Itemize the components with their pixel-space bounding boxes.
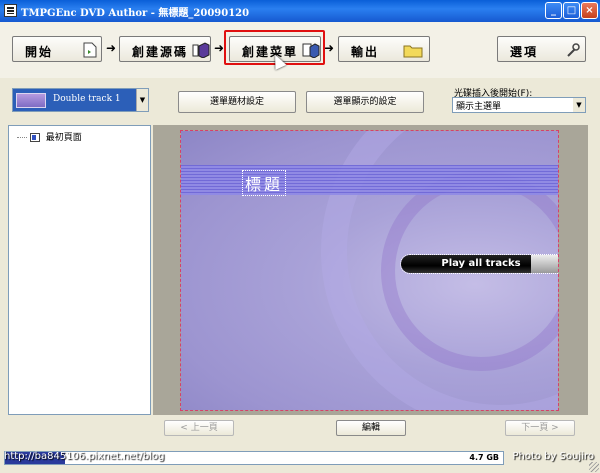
film-box-icon [192, 42, 210, 58]
title-bar: TMPGEnc DVD Author - 無標題_20090120 _ □ × [0, 0, 600, 22]
edit-button[interactable]: 編輯 [336, 420, 406, 436]
menu-title-text[interactable]: 標題 [241, 170, 287, 196]
document-icon [83, 42, 97, 58]
track-select[interactable]: Double track 1 ▼ [12, 88, 149, 112]
wrench-icon [567, 43, 580, 57]
start-step-label: 開始 [25, 45, 54, 59]
close-button[interactable]: × [581, 2, 598, 19]
page-icon [29, 133, 40, 142]
tree-item-label: 最初頁面 [45, 133, 82, 143]
disk-size-label: 4.7 GB [469, 453, 499, 462]
folder-icon [403, 45, 423, 58]
step-arrow: ➜ [214, 41, 225, 55]
step-arrow: ➜ [324, 41, 335, 55]
preview-frame: 標題 Play all tracks [153, 125, 588, 415]
prev-page-button[interactable]: < 上一頁 [164, 420, 234, 436]
track-thumbnail [16, 93, 46, 108]
tree-item-first-page[interactable]: 最初頁面 [17, 130, 82, 143]
track-name: Double track 1 [53, 94, 121, 104]
start-select-value: 顯示主選單 [456, 102, 502, 112]
output-step-button[interactable]: 輸出 [338, 36, 430, 62]
source-step-button[interactable]: 創建源碼 [119, 36, 211, 62]
step-arrow: ➜ [106, 41, 117, 55]
start-select[interactable]: 顯示主選單 ▼ [452, 97, 586, 113]
chevron-down-icon[interactable]: ▼ [136, 89, 148, 111]
resize-grip-icon[interactable] [589, 462, 599, 472]
options-label: 選項 [510, 45, 539, 59]
app-icon [4, 4, 17, 17]
photo-credit: Photo by Soujiro [512, 451, 594, 462]
menu-material-button[interactable]: 選單題材設定 [178, 91, 296, 113]
watermark-url: http://ba845106.pixnet.net/blog [4, 451, 165, 462]
menu-preview[interactable]: 標題 Play all tracks [180, 130, 559, 411]
next-page-button[interactable]: 下一頁 > [505, 420, 575, 436]
minimize-button[interactable]: _ [545, 2, 562, 19]
options-button[interactable]: 選項 [497, 36, 586, 62]
menu-tree: 最初頁面 [8, 125, 151, 415]
maximize-button[interactable]: □ [563, 2, 580, 19]
source-step-label: 創建源碼 [132, 45, 189, 59]
menu-display-button[interactable]: 選單顯示的設定 [306, 91, 424, 113]
play-all-tracks-button[interactable]: Play all tracks [400, 254, 558, 274]
title-band [181, 165, 558, 195]
window-title: TMPGEnc DVD Author - 無標題_20090120 [21, 8, 250, 19]
chevron-down-icon[interactable]: ▼ [573, 98, 585, 112]
status-bar: 4.7 GB http://ba845106.pixnet.net/blog P… [0, 449, 600, 473]
start-step-button[interactable]: 開始 [12, 36, 102, 62]
tree-branch [17, 137, 27, 138]
output-step-label: 輸出 [351, 45, 380, 59]
